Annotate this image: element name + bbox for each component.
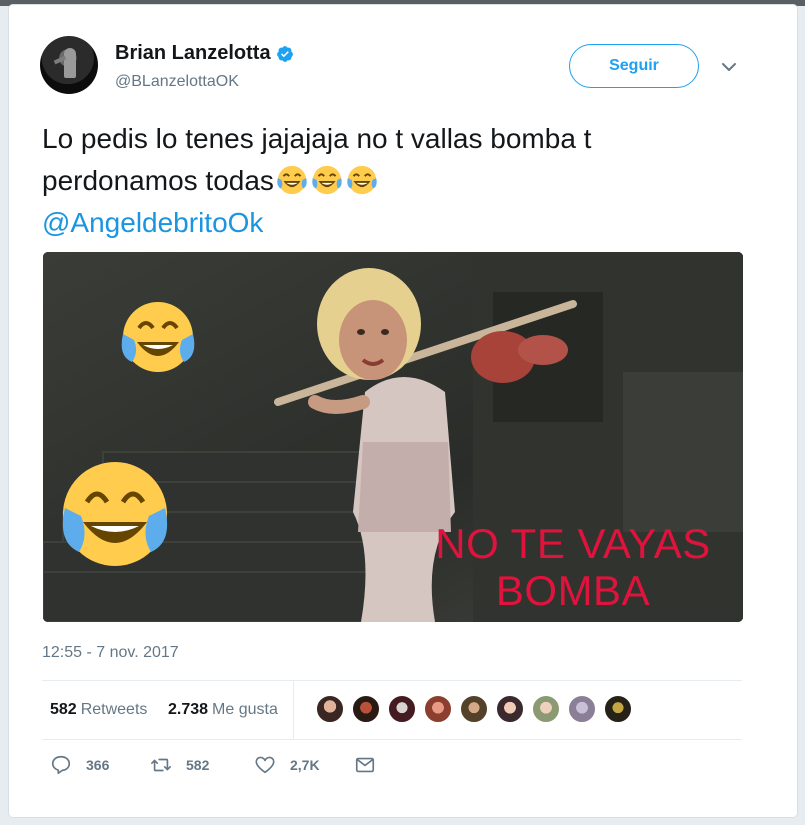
author-display-name[interactable]: Brian Lanzelotta bbox=[115, 42, 271, 65]
tweet-timestamp[interactable]: 12:55 - 7 nov. 2017 bbox=[42, 644, 179, 662]
retweets-stat[interactable]: 582 Retweets bbox=[50, 701, 147, 719]
avatar-figure bbox=[64, 48, 76, 78]
mention-link[interactable]: @AngeldebritoOk bbox=[42, 202, 742, 244]
liker-avatar[interactable] bbox=[388, 695, 416, 723]
liker-avatar[interactable] bbox=[424, 695, 452, 723]
tweet-text-line2: perdonamos todas bbox=[42, 165, 274, 196]
meme-caption-line1: NO TE VAYAS bbox=[435, 520, 711, 567]
like-count: 2,7K bbox=[290, 757, 320, 773]
author-handle[interactable]: @BLanzelottaOK bbox=[115, 73, 239, 91]
liker-avatar[interactable] bbox=[496, 695, 524, 723]
liker-avatar[interactable] bbox=[604, 695, 632, 723]
verified-badge-icon bbox=[276, 45, 293, 62]
face-with-tears-of-joy-icon bbox=[347, 165, 377, 195]
likes-stat-count: 2.738 bbox=[168, 701, 209, 718]
retweet-icon bbox=[151, 758, 171, 772]
reply-icon bbox=[51, 755, 71, 775]
tweet-text-line1: Lo pedis lo tenes jajajaja no t vallas b… bbox=[42, 123, 592, 154]
meme-emoji-large bbox=[62, 462, 168, 566]
envelope-icon bbox=[355, 757, 375, 773]
heart-icon bbox=[255, 756, 275, 774]
direct-message-action[interactable] bbox=[354, 754, 390, 776]
author-avatar[interactable] bbox=[40, 36, 98, 94]
stats-divider bbox=[293, 681, 294, 739]
face-with-tears-of-joy-icon bbox=[277, 165, 307, 195]
meme-caption: NO TE VAYAS BOMBA bbox=[415, 520, 731, 614]
reply-count: 366 bbox=[86, 757, 110, 773]
liker-avatar[interactable] bbox=[568, 695, 596, 723]
like-action[interactable]: 2,7K bbox=[254, 754, 320, 776]
retweets-stat-label: Retweets bbox=[80, 701, 148, 718]
tweet-stats: 582 Retweets 2.738 Me gusta bbox=[42, 680, 742, 740]
author-name-row[interactable]: Brian Lanzelotta bbox=[115, 42, 294, 65]
retweet-action[interactable]: 582 bbox=[150, 754, 209, 776]
tweet-text: Lo pedis lo tenes jajajaja no t vallas b… bbox=[42, 118, 742, 244]
likes-stat[interactable]: 2.738 Me gusta bbox=[168, 701, 278, 719]
liker-avatar[interactable] bbox=[352, 695, 380, 723]
follow-button[interactable]: Seguir bbox=[569, 44, 699, 88]
tweet-media-image[interactable]: NO TE VAYAS BOMBA bbox=[43, 252, 743, 622]
chevron-down-icon[interactable] bbox=[720, 58, 738, 76]
page-bottom-edge bbox=[0, 818, 805, 825]
liker-avatar[interactable] bbox=[316, 695, 344, 723]
tweet-header: Brian Lanzelotta @BLanzelottaOK Seguir bbox=[40, 36, 750, 100]
liker-avatar[interactable] bbox=[460, 695, 488, 723]
liker-avatar[interactable] bbox=[532, 695, 560, 723]
likes-stat-label: Me gusta bbox=[212, 701, 278, 718]
reply-action[interactable]: 366 bbox=[50, 754, 109, 776]
face-with-tears-of-joy-icon bbox=[312, 165, 342, 195]
retweet-count: 582 bbox=[186, 757, 210, 773]
retweets-stat-count: 582 bbox=[50, 701, 77, 718]
meme-caption-line2: BOMBA bbox=[495, 567, 651, 614]
